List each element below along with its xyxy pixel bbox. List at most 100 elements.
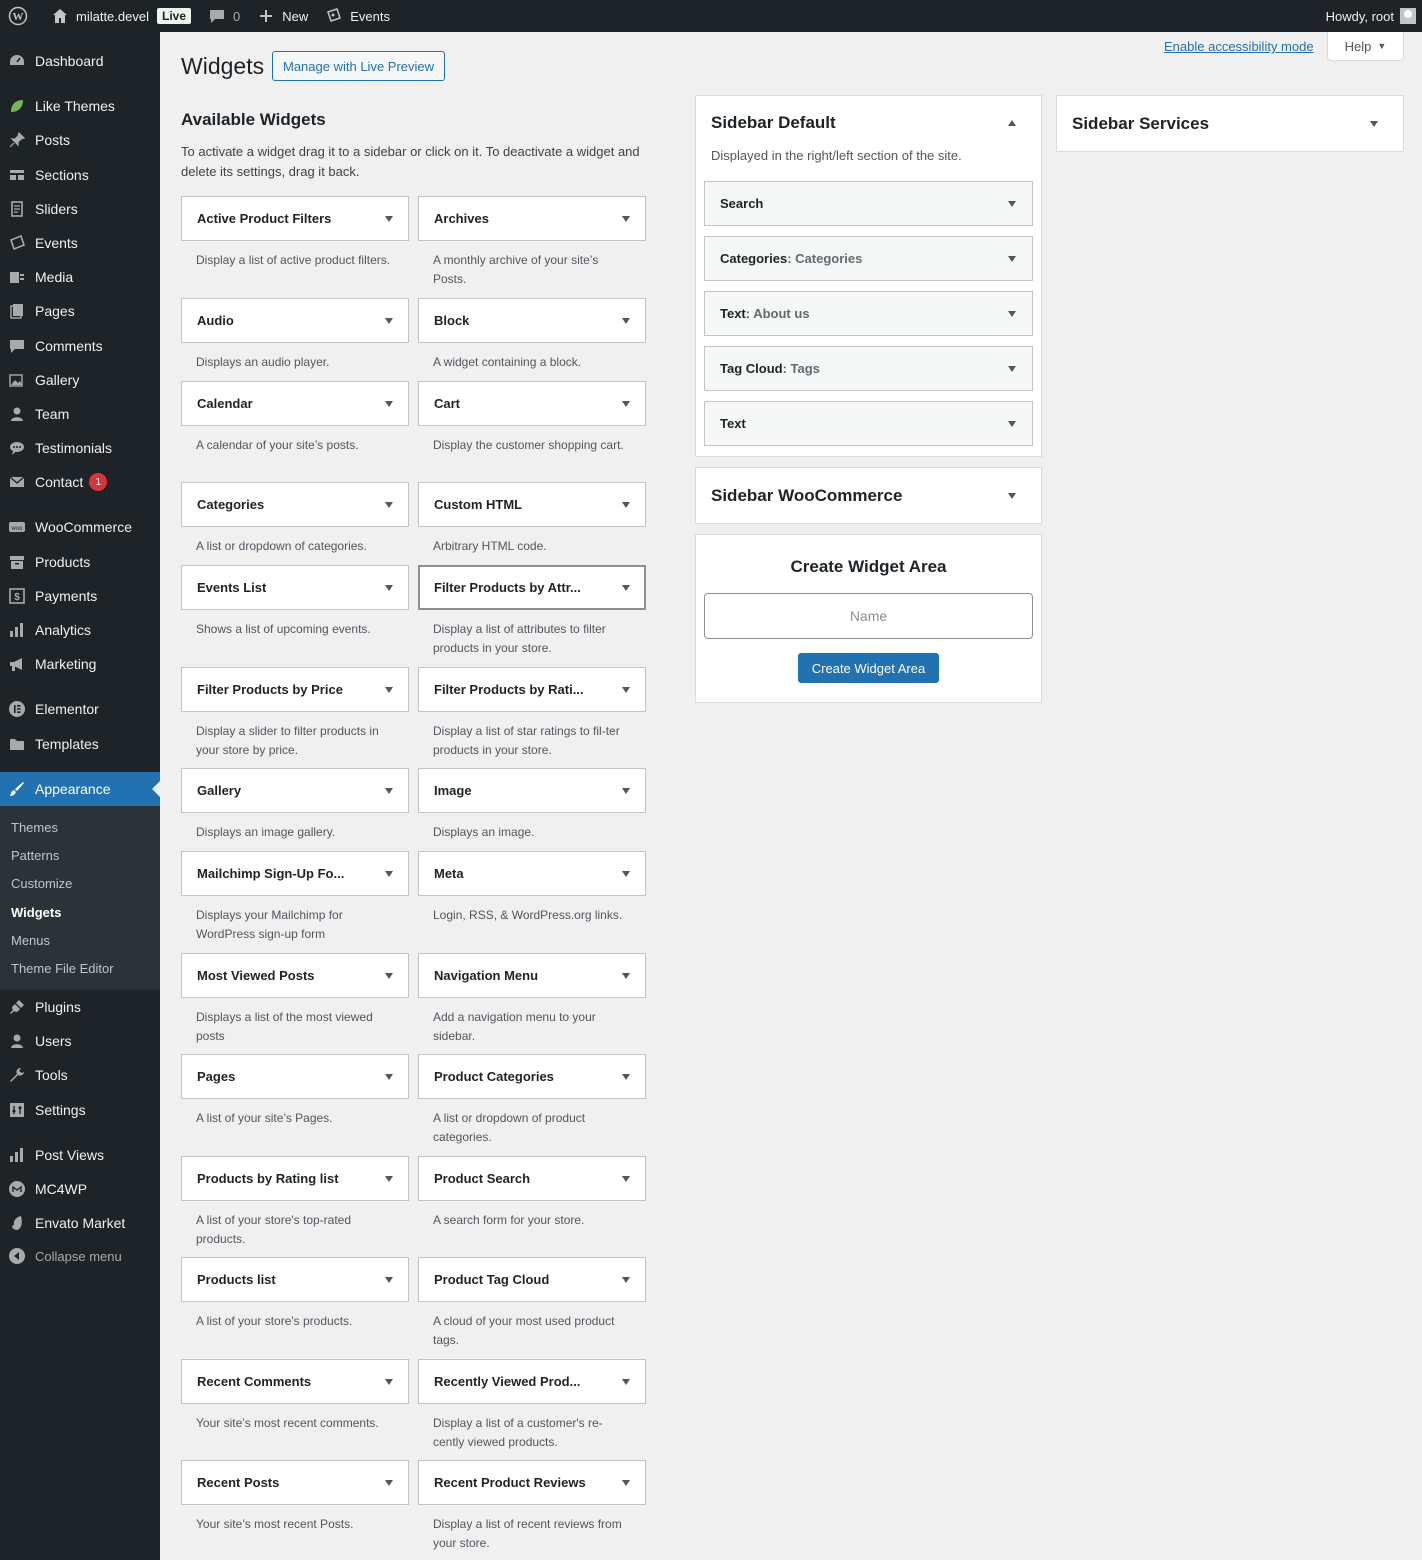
sidebar-widget-tag-cloud[interactable]: Tag Cloud: Tags [704,346,1033,391]
widget-gallery[interactable]: Gallery Displays an image gallery. [181,768,409,842]
widget-most-viewed-posts[interactable]: Most Viewed Posts Displays a list of the … [181,953,409,1045]
submenu-widgets[interactable]: Widgets [11,905,61,920]
widget-products-by-rating-list[interactable]: Products by Rating list A list of your st… [181,1156,409,1248]
menu-item-woocommerce[interactable]: woo WooCommerce [0,510,160,544]
widget-product-tag-cloud[interactable]: Product Tag Cloud A cloud of your most us… [418,1257,646,1349]
events-link[interactable]: Events [316,0,398,32]
widget-title-bar[interactable]: Recently Viewed Prod... [418,1359,646,1404]
collapse-arrow-icon[interactable] [1008,120,1016,126]
widget-title-bar[interactable]: Most Viewed Posts [181,953,409,998]
menu-item-events[interactable]: Events [0,226,160,260]
submenu-theme-file-editor[interactable]: Theme File Editor [11,961,114,976]
widget-events-list[interactable]: Events List Shows a list of upcoming even… [181,565,409,639]
widget-title-bar[interactable]: Custom HTML [418,482,646,527]
menu-item-templates[interactable]: Templates [0,727,160,761]
menu-item-envato-market[interactable]: Envato Market [0,1206,160,1240]
menu-item-sections[interactable]: Sections [0,158,160,192]
widget-archives[interactable]: Archives A monthly archive of your site’s… [418,196,646,288]
expand-arrow-icon[interactable] [1008,365,1016,372]
menu-item-media[interactable]: Media [0,260,160,294]
widget-title-bar[interactable]: Pages [181,1054,409,1099]
widget-title-bar[interactable]: Meta [418,851,646,896]
expand-arrow-icon[interactable] [385,870,393,877]
sidebar-widget-search[interactable]: Search [704,181,1033,226]
new-content-link[interactable]: New [248,0,316,32]
expand-arrow-icon[interactable] [622,584,630,591]
expand-arrow-icon[interactable] [622,317,630,324]
widget-recent-comments[interactable]: Recent Comments Your site’s most recent c… [181,1359,409,1433]
expand-arrow-icon[interactable] [622,501,630,508]
menu-item-payments[interactable]: $ Payments [0,579,160,613]
widget-title-bar[interactable]: Product Categories [418,1054,646,1099]
expand-arrow-icon[interactable] [622,1175,630,1182]
widget-products-list[interactable]: Products list A list of your store's prod… [181,1257,409,1331]
sidebar-widget-text-about[interactable]: Text: About us [704,291,1033,336]
widget-categories[interactable]: Categories A list or dropdown of categori… [181,482,409,556]
site-name-link[interactable]: milatte.devel Live [42,0,199,32]
menu-item-plugins[interactable]: Plugins [0,990,160,1024]
expand-arrow-icon[interactable] [1008,420,1016,427]
widget-title-bar[interactable]: Filter Products by Rati... [418,667,646,712]
expand-arrow-icon[interactable] [1370,120,1378,127]
expand-arrow-icon[interactable] [1008,310,1016,317]
widget-product-categories[interactable]: Product Categories A list or dropdown of … [418,1054,646,1146]
widget-navigation-menu[interactable]: Navigation Menu Add a navigation menu to … [418,953,646,1045]
expand-arrow-icon[interactable] [385,787,393,794]
widget-title-bar[interactable]: Product Search [418,1156,646,1201]
widget-recently-viewed-prod[interactable]: Recently Viewed Prod... Display a list of… [418,1359,646,1451]
submenu-patterns[interactable]: Patterns [11,848,59,863]
widget-mailchimp-sign-up-fo[interactable]: Mailchimp Sign-Up Fo... Displays your Mai… [181,851,409,943]
widget-filter-products-by-attr[interactable]: Filter Products by Attr... Display a list… [418,565,646,657]
menu-item-analytics[interactable]: Analytics [0,613,160,647]
widget-calendar[interactable]: Calendar A calendar of your site’s posts. [181,381,409,455]
widget-recent-product-reviews[interactable]: Recent Product Reviews Display a list of … [418,1460,646,1552]
expand-arrow-icon[interactable] [1008,200,1016,207]
menu-item-settings[interactable]: Settings [0,1093,160,1127]
menu-item-mc4wp[interactable]: MC4WP [0,1172,160,1206]
widget-product-search[interactable]: Product Search A search form for your sto… [418,1156,646,1230]
sidebar-default-header[interactable]: Sidebar Default [696,96,1041,150]
widget-title-bar[interactable]: Filter Products by Attr... [418,565,646,610]
sidebar-widget-text[interactable]: Text [704,401,1033,446]
widget-title-bar[interactable]: Categories [181,482,409,527]
expand-arrow-icon[interactable] [622,1276,630,1283]
expand-arrow-icon[interactable] [385,1378,393,1385]
menu-item-like-themes[interactable]: Like Themes [0,89,160,123]
expand-arrow-icon[interactable] [385,400,393,407]
menu-item-post-views[interactable]: Post Views [0,1138,160,1172]
widget-title-bar[interactable]: Recent Posts [181,1460,409,1505]
widget-recent-posts[interactable]: Recent Posts Your site’s most recent Post… [181,1460,409,1534]
expand-arrow-icon[interactable] [622,686,630,693]
expand-arrow-icon[interactable] [385,1073,393,1080]
create-widget-area-button[interactable]: Create Widget Area [798,653,939,683]
widget-title-bar[interactable]: Cart [418,381,646,426]
help-tab-button[interactable]: Help ▼ [1327,32,1404,61]
widget-area-name-input[interactable] [704,593,1033,639]
wordpress-logo-button[interactable]: W [0,0,42,32]
submenu-menus[interactable]: Menus [11,933,50,948]
widget-block[interactable]: Block A widget containing a block. [418,298,646,372]
widget-title-bar[interactable]: Audio [181,298,409,343]
widget-title-bar[interactable]: Recent Product Reviews [418,1460,646,1505]
widget-title-bar[interactable]: Active Product Filters [181,196,409,241]
widget-audio[interactable]: Audio Displays an audio player. [181,298,409,372]
expand-arrow-icon[interactable] [385,501,393,508]
menu-item-products[interactable]: Products [0,545,160,579]
menu-item-testimonials[interactable]: Testimonials [0,431,160,465]
expand-arrow-icon[interactable] [622,215,630,222]
menu-item-elementor[interactable]: Elementor [0,692,160,726]
menu-item-appearance[interactable]: Appearance [0,772,160,806]
expand-arrow-icon[interactable] [385,972,393,979]
widget-title-bar[interactable]: Products by Rating list [181,1156,409,1201]
expand-arrow-icon[interactable] [385,1175,393,1182]
widget-title-bar[interactable]: Calendar [181,381,409,426]
widget-custom-html[interactable]: Custom HTML Arbitrary HTML code. [418,482,646,556]
my-account[interactable]: Howdy, root [1326,8,1422,24]
widget-title-bar[interactable]: Archives [418,196,646,241]
widget-title-bar[interactable]: Navigation Menu [418,953,646,998]
expand-arrow-icon[interactable] [385,1276,393,1283]
expand-arrow-icon[interactable] [622,787,630,794]
widget-title-bar[interactable]: Recent Comments [181,1359,409,1404]
menu-item-posts[interactable]: Posts [0,123,160,157]
expand-arrow-icon[interactable] [622,870,630,877]
